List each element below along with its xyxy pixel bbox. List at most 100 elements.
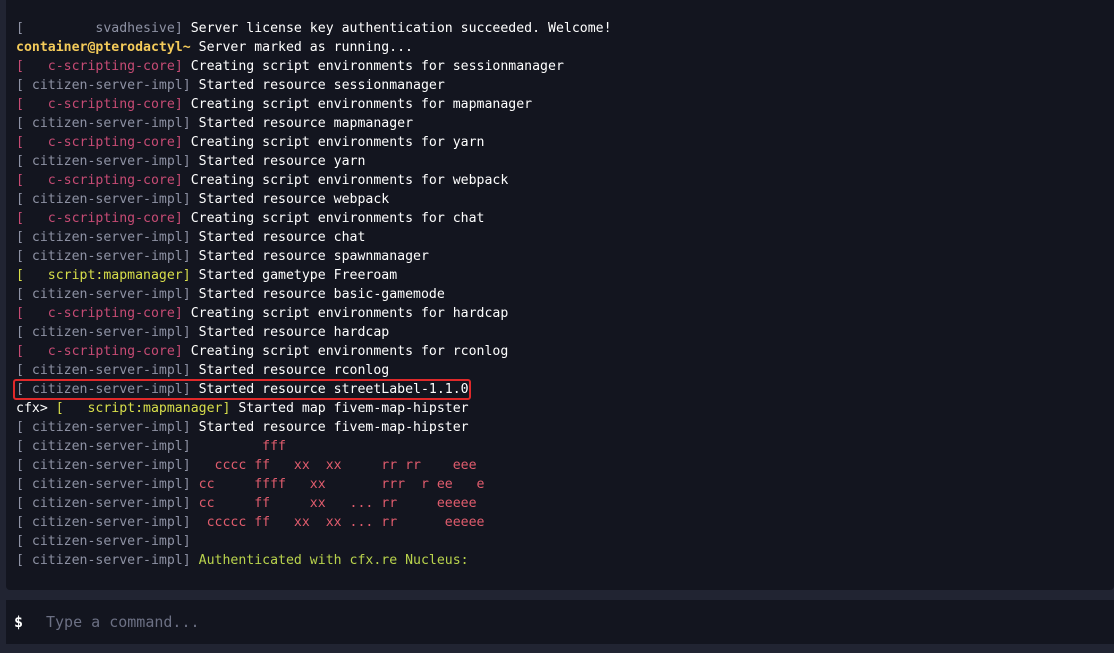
console-line: [ svadhesive] Server license key authent… [16,19,612,38]
console-line: [ c-scripting-core] Creating script envi… [16,304,612,323]
console-line: container@pterodactyl~ Server marked as … [16,38,612,57]
log-message: Creating script environments for session… [190,59,564,74]
tag-close-bracket: ] [182,477,191,492]
tag-open-bracket: [ [16,154,24,169]
console-line: [ citizen-server-impl] Started resource … [16,114,612,133]
console-line: [ c-scripting-core] Creating script envi… [16,95,612,114]
tag-open-bracket: [ [16,496,24,511]
tag-close-bracket: ] [182,116,191,131]
tag-close-bracket: ] [174,135,183,150]
log-message: fff [198,439,286,454]
console-line: [ citizen-server-impl] ccccc ff xx xx ..… [16,513,612,532]
tag-close-bracket: ] [174,97,183,112]
tag-open-bracket: [ [16,268,24,283]
log-source-tag: citizen-server-impl [23,192,183,207]
log-source-tag: citizen-server-impl [23,534,183,549]
tag-open-bracket: [ [16,230,24,245]
tag-close-bracket: ] [182,458,191,473]
tag-close-bracket: ] [174,21,183,36]
tag-open-bracket: [ [16,363,24,378]
tag-open-bracket: [ [16,553,24,568]
log-source-tag: c-scripting-core [23,135,175,150]
tag-close-bracket: ] [182,439,191,454]
tag-open-bracket: [ [16,325,24,340]
log-message: Started resource streetLabel-1.1.0 [198,382,469,397]
console-line: [ citizen-server-impl] [16,532,612,551]
log-message: cc ff xx ... rr eeeee [198,496,477,511]
tag-close-bracket: ] [182,78,191,93]
log-message: Started gametype Freeroam [198,268,398,283]
console-line: [ citizen-server-impl] Started resource … [16,76,612,95]
tag-close-bracket: ] [182,420,191,435]
tag-open-bracket: [ [16,344,24,359]
console-line: [ c-scripting-core] Creating script envi… [16,342,612,361]
console-line: [ citizen-server-impl] Started resource … [16,152,612,171]
tag-open-bracket: [ [16,173,24,188]
tag-open-bracket: [ [16,477,24,492]
tag-open-bracket: [ [16,78,24,93]
log-message: Started resource chat [198,230,366,245]
console-line: [ citizen-server-impl] Authenticated wit… [16,551,612,570]
tag-open-bracket: [ [16,249,24,264]
tag-close-bracket: ] [174,59,183,74]
log-source-tag: svadhesive [23,21,175,36]
command-input[interactable] [44,607,1114,637]
command-bar: $ [6,600,1114,644]
log-message: Started map fivem-map-hipster [238,401,469,416]
tag-close-bracket: ] [182,268,191,283]
tag-open-bracket: [ [55,401,64,416]
log-message: Creating script environments for chat [190,211,485,226]
tag-open-bracket: [ [16,306,24,321]
log-message: ccccc ff xx xx ... rr eeeee [198,515,485,530]
tag-close-bracket: ] [182,534,191,549]
tag-open-bracket: [ [16,534,24,549]
log-source-tag: citizen-server-impl [23,439,183,454]
log-source-tag: citizen-server-impl [23,363,183,378]
log-message: Authenticated with cfx.re Nucleus: [198,553,469,568]
tag-open-bracket: [ [16,97,24,112]
console-line: [ c-scripting-core] Creating script envi… [16,57,612,76]
tag-open-bracket: [ [16,211,24,226]
console-line: [ citizen-server-impl] Started resource … [16,323,612,342]
tag-close-bracket: ] [174,173,183,188]
log-message: Started resource fivem-map-hipster [198,420,469,435]
tag-open-bracket: [ [16,116,24,131]
tag-open-bracket: [ [16,59,24,74]
log-message: Creating script environments for rconlog [190,344,509,359]
console-line: [ citizen-server-impl] Started resource … [16,418,612,437]
log-message: Started resource hardcap [198,325,390,340]
log-source-tag: script:mapmanager [23,268,183,283]
console-line: [ citizen-server-impl] Started resource … [16,247,612,266]
log-source-tag: c-scripting-core [23,306,175,321]
tag-close-bracket: ] [174,211,183,226]
log-message: Creating script environments for hardcap [190,306,509,321]
log-source-tag: citizen-server-impl [23,78,183,93]
tag-close-bracket: ] [182,230,191,245]
log-source-tag: citizen-server-impl [23,477,183,492]
tag-close-bracket: ] [182,325,191,340]
server-console-app: [ svadhesive] Server license key authent… [0,0,1114,653]
log-message: Server marked as running... [198,40,413,55]
log-source-tag: citizen-server-impl [23,325,183,340]
log-message: cccc ff xx xx rr rr eee [198,458,477,473]
shell-prompt: container@pterodactyl~ [16,40,191,55]
log-source-tag: citizen-server-impl [23,458,183,473]
console-line: [ citizen-server-impl] Started resource … [16,228,612,247]
log-message: Creating script environments for yarn [190,135,485,150]
console-line: [ citizen-server-impl] cccc ff xx xx rr … [16,456,612,475]
console-line: [ script:mapmanager] Started gametype Fr… [16,266,612,285]
console-output[interactable]: [ svadhesive] Server license key authent… [6,0,1114,590]
log-source-tag: c-scripting-core [23,344,175,359]
log-message: Server license key authentication succee… [190,21,612,36]
tag-close-bracket: ] [174,306,183,321]
tag-close-bracket: ] [182,154,191,169]
log-message: Started resource basic-gamemode [198,287,445,302]
log-source-tag: c-scripting-core [23,173,175,188]
tag-open-bracket: [ [16,135,24,150]
log-source-tag: citizen-server-impl [23,287,183,302]
console-line: [ citizen-server-impl] Started resource … [13,379,612,400]
console-line: [ c-scripting-core] Creating script envi… [16,171,612,190]
tag-close-bracket: ] [182,363,191,378]
console-line: [ citizen-server-impl] cc ffff xx rrr r … [16,475,612,494]
tag-close-bracket: ] [182,496,191,511]
